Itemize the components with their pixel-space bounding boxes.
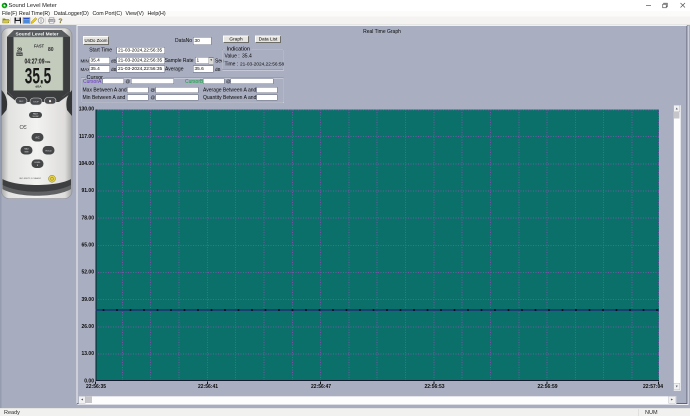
svg-text:⌚: ⌚ [49, 99, 52, 103]
svg-text:LEVEL: LEVEL [34, 162, 41, 164]
svg-text:HOLD: HOLD [45, 151, 51, 153]
svg-text:MIN: MIN [25, 152, 29, 154]
svg-text:?: ? [59, 18, 63, 25]
svg-text:STOP: STOP [33, 102, 39, 104]
svg-text:MIN: MIN [17, 53, 22, 57]
svg-text:FAST: FAST [34, 44, 44, 49]
svg-text:IEC 61672-1 CLASS2: IEC 61672-1 CLASS2 [20, 177, 42, 180]
svg-text:MAX: MAX [24, 148, 29, 151]
svg-text:▼: ▼ [36, 164, 38, 167]
svg-text:Sound Level Meter: Sound Level Meter [16, 32, 59, 38]
svg-text:REC: REC [19, 101, 24, 103]
svg-text:A/C: A/C [35, 136, 39, 139]
svg-text:dBA: dBA [35, 84, 42, 88]
svg-text:CЄ: CЄ [20, 125, 28, 131]
svg-text:80: 80 [48, 47, 54, 53]
svg-text:SLOW: SLOW [33, 116, 39, 118]
